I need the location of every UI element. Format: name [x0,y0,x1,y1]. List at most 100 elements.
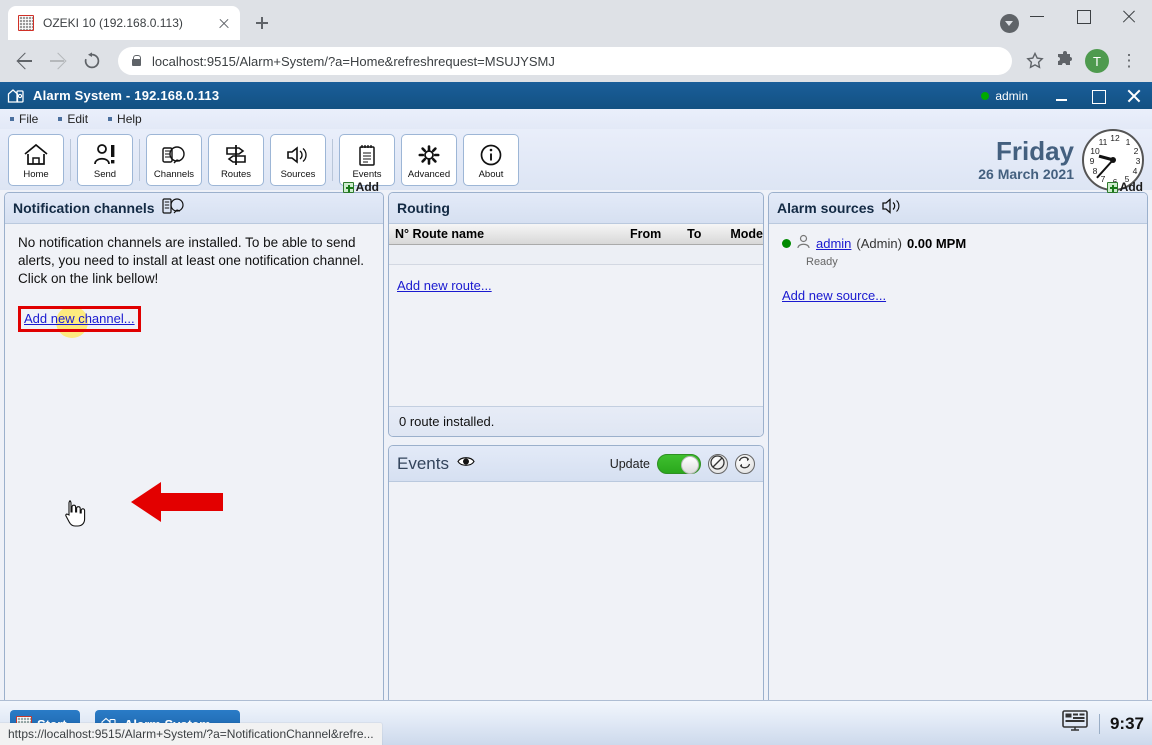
reload-icon[interactable] [76,45,108,77]
back-arrow-icon[interactable] [8,45,40,77]
source-status-dot [782,239,791,248]
new-tab-button[interactable] [248,9,276,37]
toolbar-label: Routes [220,169,252,180]
routing-table-header: N° Route name From To Mode [389,224,763,245]
panel-header: Routing [389,193,763,224]
app-maximize-icon[interactable] [1080,82,1116,109]
eye-icon[interactable] [457,455,475,473]
close-icon[interactable] [1106,0,1152,32]
add-channel-link[interactable]: Add [342,180,379,194]
panel-alarm-sources: Alarm sources Add admin (Admin) 0.00 MPM… [768,180,1148,745]
toolbar-button-sources[interactable]: Sources [270,133,326,186]
routing-empty-row [389,245,763,265]
star-icon[interactable] [1020,46,1050,76]
address-bar[interactable]: localhost:9515/Alarm+System/?a=Home&refr… [118,47,1012,75]
system-tray: 9:37 [1061,701,1144,745]
source-name-link[interactable]: admin [816,235,851,252]
panel-notification-channels: Notification channels Add No notificatio… [4,180,384,745]
source-status-text: Ready [806,256,838,268]
app-titlebar: Alarm System - 192.168.0.113 admin [0,82,1152,109]
channels-empty-message: No notification channels are installed. … [18,235,364,286]
toolbar-separator [139,138,140,181]
source-mpm: 0.00 MPM [906,236,967,251]
dashboard: Notification channels Add No notificatio… [0,180,1152,745]
url-text: localhost:9515/Alarm+System/?a=Home&refr… [152,53,555,69]
menu-label: File [19,112,39,126]
toolbar-button-advanced[interactable]: Advanced [401,133,457,186]
add-new-route-link[interactable]: Add new route... [397,278,492,293]
add-source-link[interactable]: Add [1106,180,1143,194]
gear-icon [416,139,442,167]
menu-item-file[interactable]: File [10,112,38,126]
panel-title: Routing [397,200,450,216]
refresh-icon[interactable] [735,453,755,474]
browser-status-bar: https://localhost:9515/Alarm+System/?a=N… [0,723,382,745]
day-name: Friday [995,135,1074,166]
update-toggle[interactable] [657,453,701,474]
app-title: Alarm System - 192.168.0.113 [33,88,220,103]
toolbar-separator [332,138,333,181]
forward-arrow-icon[interactable] [42,45,74,77]
web-page-content: Alarm System - 192.168.0.113 admin File … [0,82,1152,745]
block-icon[interactable] [708,453,728,474]
full-date: 26 March 2021 [978,165,1074,182]
app-close-icon[interactable] [1116,82,1152,109]
menu-item-help[interactable]: Help [108,112,142,126]
logged-in-user[interactable]: admin [995,89,1028,103]
source-list-item: admin (Admin) 0.00 MPM Ready [782,234,1134,271]
grid-icon [18,15,34,31]
column-to: To [687,227,702,241]
toolbar-button-home[interactable]: Home [8,133,64,186]
panel-header: Events Update [389,446,763,482]
monitor-icon[interactable] [1061,709,1089,738]
update-label: Update [609,456,650,471]
toolbar-label: About [478,169,504,180]
toolbar-button-about[interactable]: About [463,133,519,186]
browser-tab[interactable]: OZEKI 10 (192.168.0.113) [8,6,240,40]
routing-body: Add new route... [389,265,763,307]
add-new-source-link[interactable]: Add new source... [782,288,886,303]
panel-title: Notification channels [13,200,155,216]
menu-item-edit[interactable]: Edit [58,112,88,126]
toolbar-button-send[interactable]: Send [77,133,133,186]
clock-center [1110,156,1116,163]
user-icon [796,234,811,253]
toolbar-button-events[interactable]: Events [339,133,395,186]
profile-avatar[interactable]: T [1085,49,1109,73]
maximize-icon[interactable] [1060,0,1106,32]
events-list [389,482,763,502]
chevron-down-icon[interactable] [1000,14,1019,33]
info-icon [478,139,504,167]
source-role: (Admin) [856,236,902,251]
toolbar-button-channels[interactable]: Channels [146,133,202,186]
add-new-channel-highlight: Add new channel... [18,306,141,332]
home-icon [23,139,49,167]
minimize-icon[interactable] [1000,0,1060,33]
taskbar-clock[interactable]: 9:37 [1098,713,1144,734]
chrome-browser-window: OZEKI 10 (192.168.0.113) localhost:9515/… [0,0,1152,745]
add-label: Add [1119,180,1143,194]
panel-title: Alarm sources [777,200,875,216]
toolbar-label: Advanced [407,169,451,180]
notepad-icon [354,139,380,167]
person-alert-icon [92,139,118,167]
app-minimize-icon[interactable] [1044,82,1080,109]
clock-number: 2 [1133,145,1139,156]
red-arrow-annotation [131,482,223,527]
panel-body: admin (Admin) 0.00 MPM Ready Add new sou… [769,224,1147,314]
close-icon[interactable] [216,15,232,31]
lock-icon [130,54,142,68]
toolbar-label: Sources [280,169,316,180]
channels-icon [161,196,186,221]
column-mode: Mode [730,227,763,241]
speaker-icon [881,197,906,220]
toolbar-label: Home [23,169,49,180]
add-new-channel-link[interactable]: Add new channel... [24,311,135,326]
toolbar-button-routes[interactable]: Routes [208,133,264,186]
three-dots-icon[interactable] [1114,46,1144,76]
bullet-icon [10,117,14,121]
clock-number: 9 [1089,155,1095,166]
window-controls [1000,0,1152,40]
puzzle-icon[interactable] [1050,46,1080,76]
toolbar-separator [70,138,71,181]
